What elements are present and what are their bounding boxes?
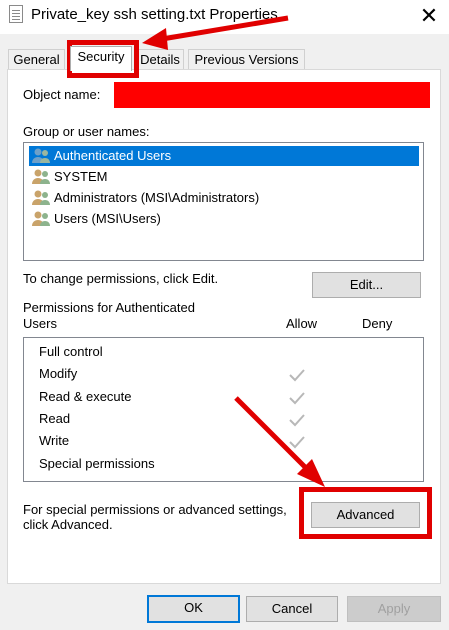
permissions-list: Full control Modify Read & execute Read … [23,337,424,482]
special-permissions-text: For special permissions or advanced sett… [23,502,287,517]
permission-modify: Modify [39,366,78,381]
window-title: Private_key ssh setting.txt Properties [31,6,278,23]
ok-button[interactable]: OK [147,595,240,623]
permission-read: Read [39,411,71,426]
allow-check-icon [289,392,305,405]
allow-check-icon [289,414,305,427]
cancel-button[interactable]: Cancel [246,596,338,622]
permissions-label-principal: Users [23,316,57,331]
list-item-administrators[interactable]: Administrators (MSI\Administrators) [29,188,419,208]
permission-special: Special permissions [39,456,155,471]
list-item-label: Administrators (MSI\Administrators) [54,190,260,205]
list-item-system[interactable]: SYSTEM [29,167,419,187]
text-file-icon [9,5,23,23]
users-icon [32,148,50,163]
tab-details[interactable]: Details [136,49,184,70]
title-bar: Private_key ssh setting.txt Properties ✕ [0,0,449,34]
apply-button[interactable]: Apply [347,596,441,622]
allow-column-header: Allow [286,316,318,331]
permission-full-control: Full control [39,344,103,359]
object-name-label: Object name: [23,87,101,102]
permission-read-execute: Read & execute [39,389,132,404]
tab-general[interactable]: General [8,49,65,70]
user-list[interactable]: Authenticated Users SYSTEM Administrator… [23,142,424,261]
list-item-label: Authenticated Users [54,148,172,163]
list-item-label: SYSTEM [54,169,108,184]
tab-security[interactable]: Security [70,46,132,71]
list-item-label: Users (MSI\Users) [54,211,161,226]
allow-check-icon [289,436,305,449]
users-icon [32,190,50,205]
users-icon [32,169,50,184]
special-permissions-text-2: click Advanced. [23,517,113,532]
allow-check-icon [289,369,305,382]
deny-column-header: Deny [362,316,393,331]
permissions-label: Permissions for Authenticated [23,300,195,315]
group-label: Group or user names: [23,124,150,139]
tab-previous-versions[interactable]: Previous Versions [188,49,305,70]
change-permissions-text: To change permissions, click Edit. [23,271,219,286]
edit-button[interactable]: Edit... [312,272,421,298]
users-icon [32,211,50,226]
list-item-users[interactable]: Users (MSI\Users) [29,209,419,229]
permission-write: Write [39,433,70,448]
object-name-redaction [114,82,430,108]
advanced-button-highlight [299,487,432,539]
list-item-authenticated-users[interactable]: Authenticated Users [29,146,419,166]
close-button[interactable]: ✕ [412,2,446,30]
